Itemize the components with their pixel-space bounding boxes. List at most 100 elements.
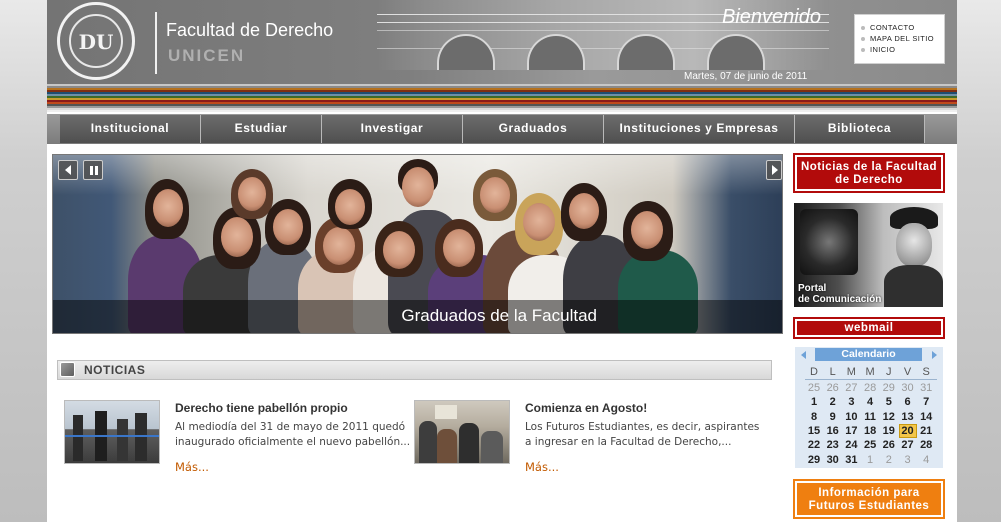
calendar-day[interactable]: 8 xyxy=(805,410,823,424)
news-thumbnail[interactable] xyxy=(64,400,160,464)
webmail-button[interactable]: webmail xyxy=(793,317,945,339)
calendar-next-icon[interactable] xyxy=(932,351,937,359)
photo-face xyxy=(323,227,355,265)
calendar-weekday: J xyxy=(886,366,892,378)
slider-prev-button[interactable] xyxy=(58,160,78,180)
building-arch xyxy=(527,34,585,70)
portal-label-line-1: Portal xyxy=(798,283,827,294)
calendar-day[interactable]: 14 xyxy=(917,410,935,424)
photo-face xyxy=(221,217,253,257)
calendar-day[interactable]: 21 xyxy=(917,424,935,438)
photo-face xyxy=(153,189,183,227)
header-divider xyxy=(155,12,157,74)
calendar-day[interactable]: 16 xyxy=(824,424,842,438)
calendar-day[interactable]: 23 xyxy=(824,438,842,452)
calendar-day[interactable]: 7 xyxy=(917,395,935,409)
calendar-day[interactable]: 1 xyxy=(861,453,879,467)
site-header: DU Facultad de Derecho UNICEN Bienvenido… xyxy=(47,0,957,84)
building-arch xyxy=(617,34,675,70)
calendar-divider xyxy=(805,379,937,380)
calendar-day[interactable]: 3 xyxy=(899,453,917,467)
nav-biblioteca[interactable]: Biblioteca xyxy=(795,115,925,143)
calendar-widget: Calendario DLMMJVS 25 26 27 28 29 30 31 1 2 3 4 5 6 7… xyxy=(795,347,943,468)
slider-pause-button[interactable] xyxy=(83,160,103,180)
calendar-day[interactable]: 18 xyxy=(861,424,879,438)
calendar-day[interactable]: 26 xyxy=(824,381,842,395)
calendar-day[interactable]: 28 xyxy=(917,438,935,452)
thumb-figure xyxy=(459,423,479,463)
thumb-figure xyxy=(117,419,128,461)
calendar-day[interactable]: 26 xyxy=(880,438,898,452)
calendar-day[interactable]: 25 xyxy=(861,438,879,452)
calendar-day[interactable]: 30 xyxy=(899,381,917,395)
calendar-day[interactable]: 13 xyxy=(899,410,917,424)
calendar-day[interactable]: 29 xyxy=(805,453,823,467)
news-more-link[interactable]: Más... xyxy=(175,460,209,474)
sitemap-link-label: MAPA DEL SITIO xyxy=(870,34,934,43)
calendar-day[interactable]: 3 xyxy=(842,395,860,409)
photo-face xyxy=(631,211,663,249)
portal-label-line-2: de Comunicación xyxy=(798,294,882,305)
calendar-day[interactable]: 30 xyxy=(824,453,842,467)
current-date: Martes, 07 de junio de 2011 xyxy=(684,71,808,82)
calendar-day[interactable]: 5 xyxy=(880,395,898,409)
slider-next-button[interactable] xyxy=(766,160,782,180)
building-arch xyxy=(707,34,765,70)
calendar-day[interactable]: 11 xyxy=(861,410,879,424)
future-students-button[interactable]: Información para Futuros Estudiantes xyxy=(793,479,945,519)
photo-slider[interactable]: Graduados de la Facultad xyxy=(52,154,783,334)
calendar-prev-icon[interactable] xyxy=(801,351,806,359)
coat-shape xyxy=(884,265,943,307)
calendar-day[interactable]: 27 xyxy=(842,381,860,395)
calendar-day[interactable]: 17 xyxy=(842,424,860,438)
nav-institucional[interactable]: Institucional xyxy=(60,115,201,143)
calendar-weekday: D xyxy=(810,366,818,378)
calendar-week-row: 29 30 31 1 2 3 4 xyxy=(805,453,937,467)
sitemap-link[interactable]: MAPA DEL SITIO xyxy=(861,33,944,44)
contact-link[interactable]: CONTACTO xyxy=(861,22,944,33)
news-title[interactable]: Comienza en Agosto! xyxy=(525,401,765,415)
welcome-text: Bienvenido xyxy=(722,6,821,28)
calendar-day[interactable]: 4 xyxy=(917,453,935,467)
calendar-weekday: S xyxy=(922,366,930,378)
calendar-day[interactable]: 31 xyxy=(917,381,935,395)
home-link[interactable]: INICIO xyxy=(861,44,944,55)
seal-mark: DU xyxy=(78,30,114,54)
calendar-day[interactable]: 29 xyxy=(880,381,898,395)
calendar-day[interactable]: 31 xyxy=(842,453,860,467)
pause-icon xyxy=(90,166,93,175)
calendar-day[interactable]: 25 xyxy=(805,381,823,395)
calendar-day[interactable]: 27 xyxy=(899,438,917,452)
calendar-day-today[interactable]: 20 xyxy=(898,423,917,438)
calendar-day[interactable]: 15 xyxy=(805,424,823,438)
nav-instituciones-empresas[interactable]: Instituciones y Empresas xyxy=(604,115,795,143)
thumb-figure xyxy=(73,415,83,461)
faculty-news-button[interactable]: Noticias de la Facultad de Derecho xyxy=(793,153,945,193)
unicen-seal-logo[interactable]: DU xyxy=(57,2,135,80)
nav-estudiar[interactable]: Estudiar xyxy=(201,115,322,143)
calendar-week-row: 1234567 xyxy=(805,395,937,409)
nav-investigar[interactable]: Investigar xyxy=(322,115,463,143)
slider-caption: Graduados de la Facultad xyxy=(401,306,597,325)
arrow-right-icon xyxy=(772,165,778,175)
calendar-day[interactable]: 24 xyxy=(842,438,860,452)
calendar-day[interactable]: 22 xyxy=(805,438,823,452)
calendar-day[interactable]: 10 xyxy=(842,410,860,424)
calendar-day[interactable]: 4 xyxy=(861,395,879,409)
nav-graduados[interactable]: Graduados xyxy=(463,115,604,143)
news-thumbnail[interactable] xyxy=(414,400,510,464)
photo-face xyxy=(480,177,510,213)
news-title[interactable]: Derecho tiene pabellón propio xyxy=(175,401,415,415)
calendar-day[interactable]: 28 xyxy=(861,381,879,395)
news-more-link[interactable]: Más... xyxy=(525,460,559,474)
portal-comunicacion-banner[interactable]: Portal de Comunicación xyxy=(794,203,943,307)
calendar-day[interactable]: 2 xyxy=(880,453,898,467)
calendar-day[interactable]: 19 xyxy=(880,424,898,438)
calendar-day[interactable]: 2 xyxy=(824,395,842,409)
calendar-day[interactable]: 12 xyxy=(880,410,898,424)
calendar-day[interactable]: 1 xyxy=(805,395,823,409)
site-title[interactable]: Facultad de Derecho xyxy=(166,20,333,41)
calendar-day[interactable]: 6 xyxy=(899,395,917,409)
calendar-week-row: 8 9 10 11 12 13 14 xyxy=(805,410,937,424)
calendar-day[interactable]: 9 xyxy=(824,410,842,424)
